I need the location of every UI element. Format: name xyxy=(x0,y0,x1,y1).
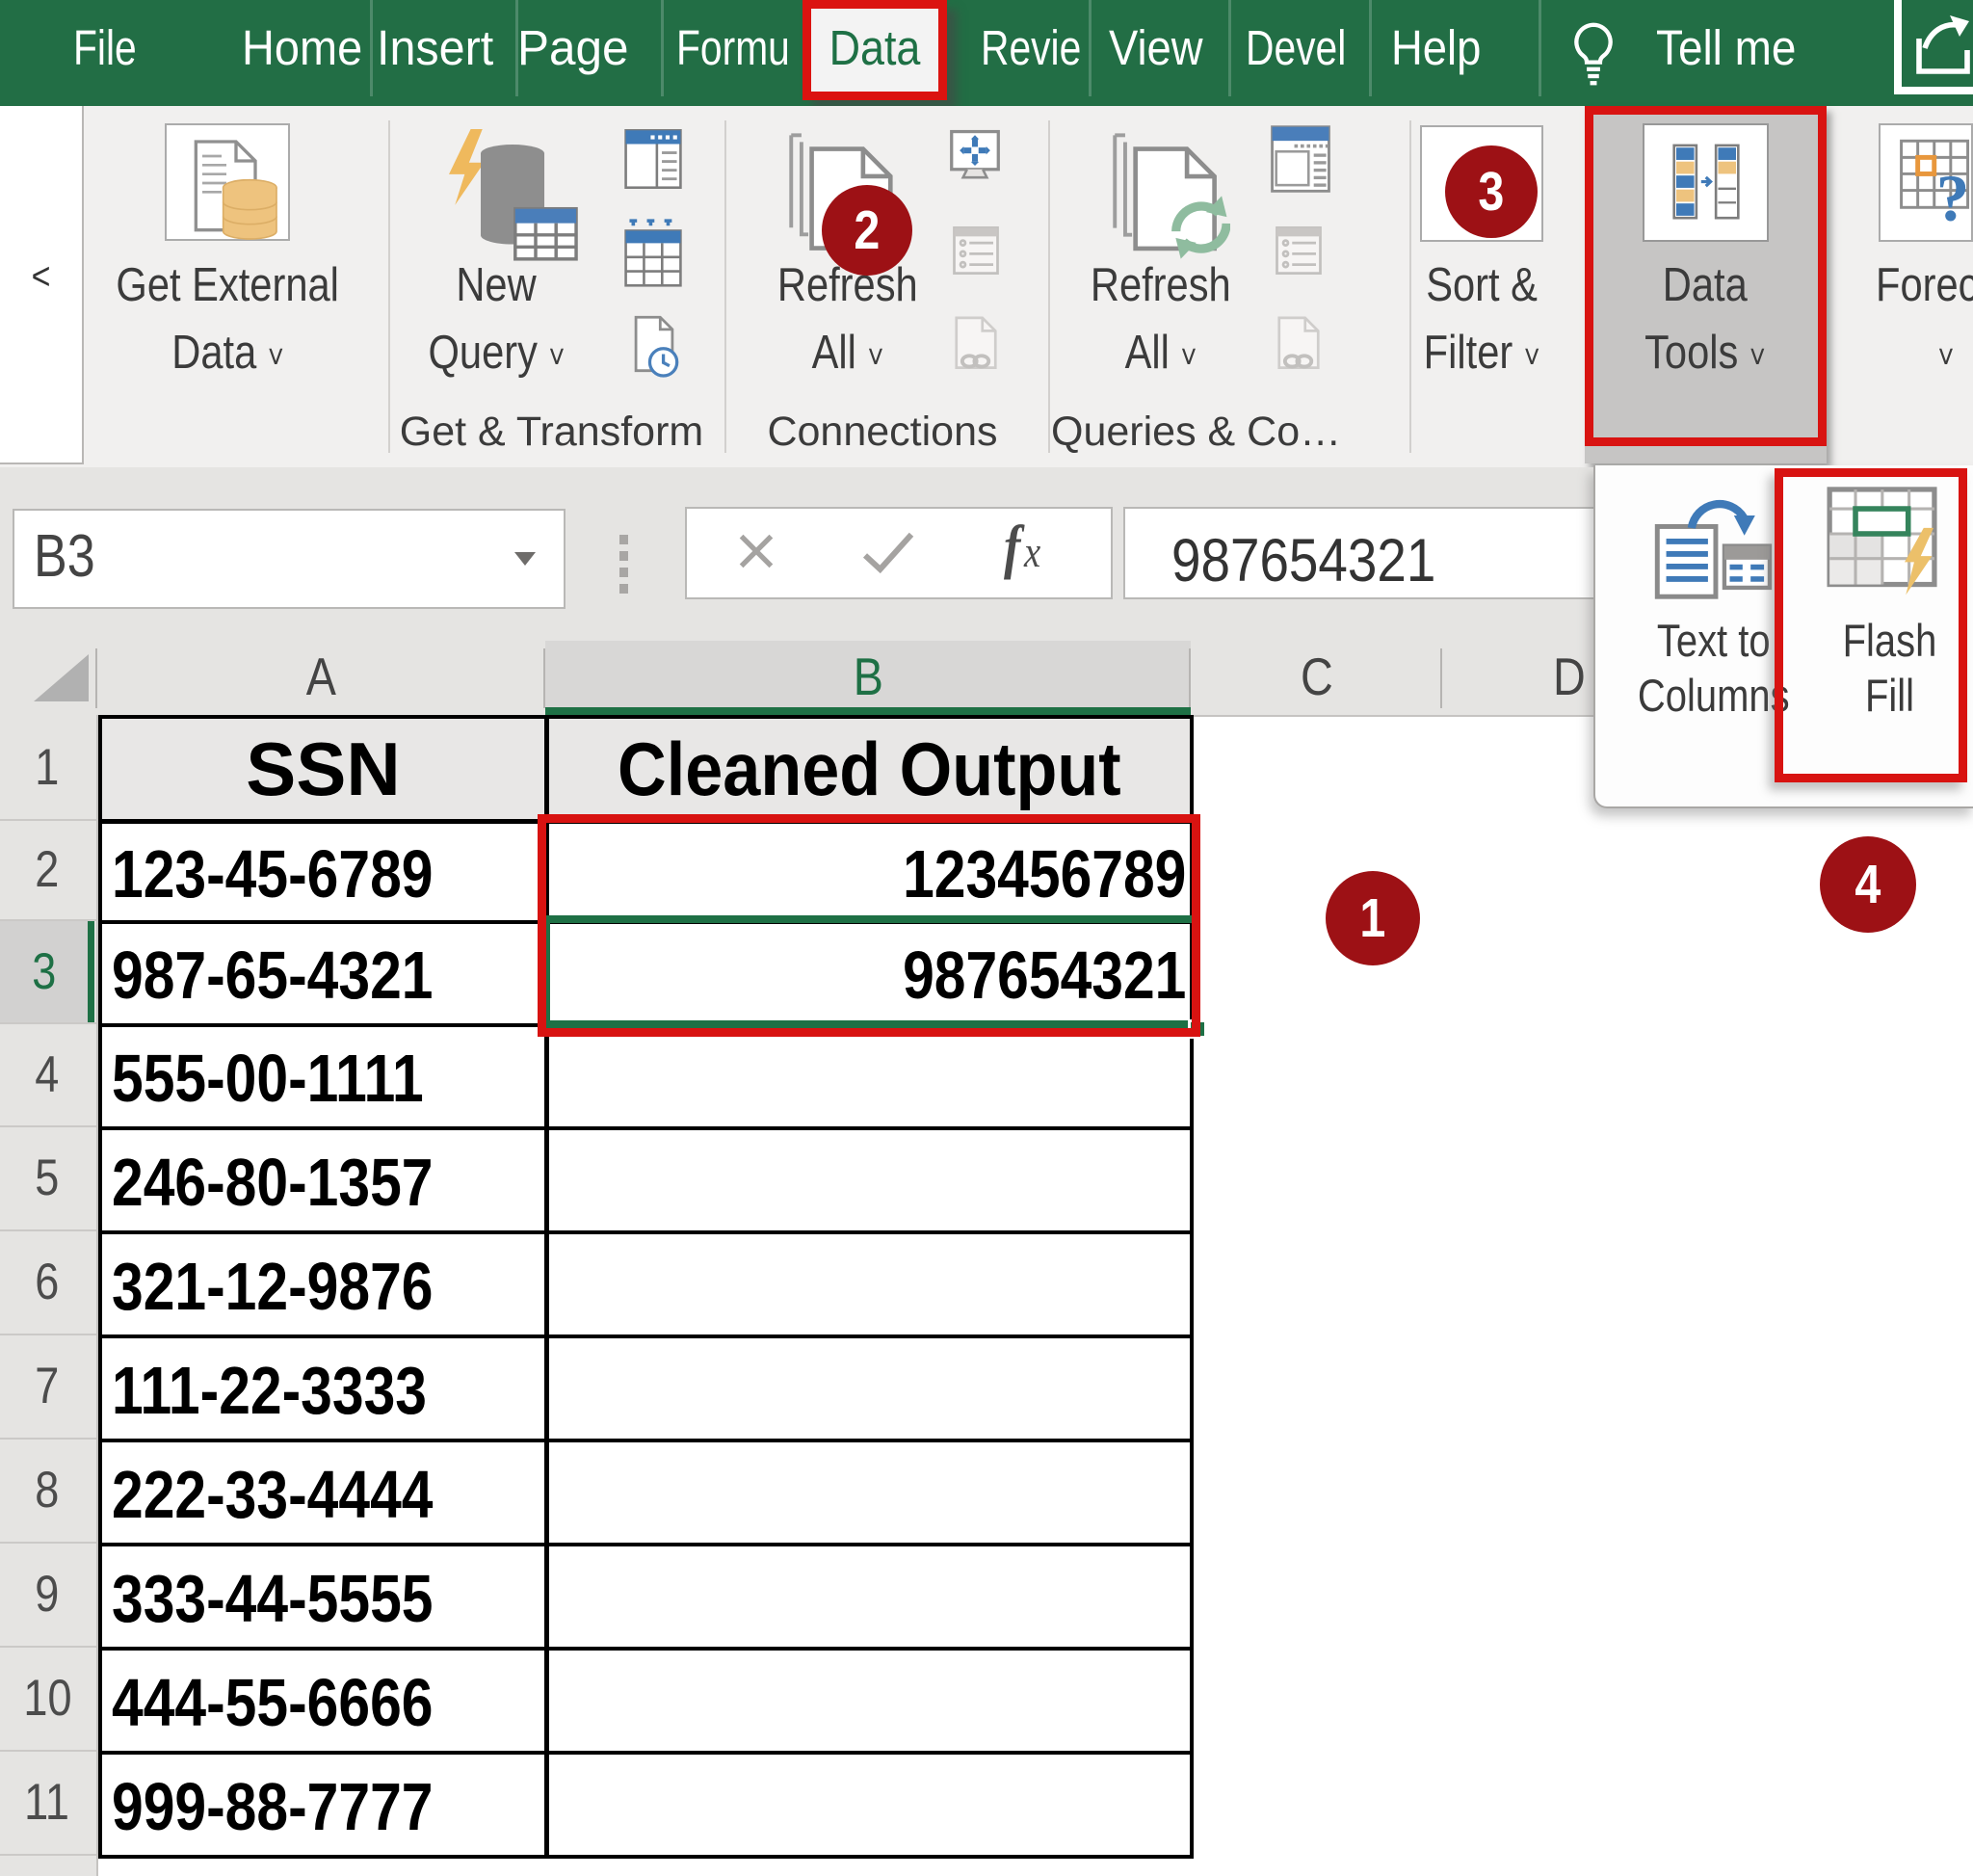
svg-text:?: ? xyxy=(1936,161,1970,226)
